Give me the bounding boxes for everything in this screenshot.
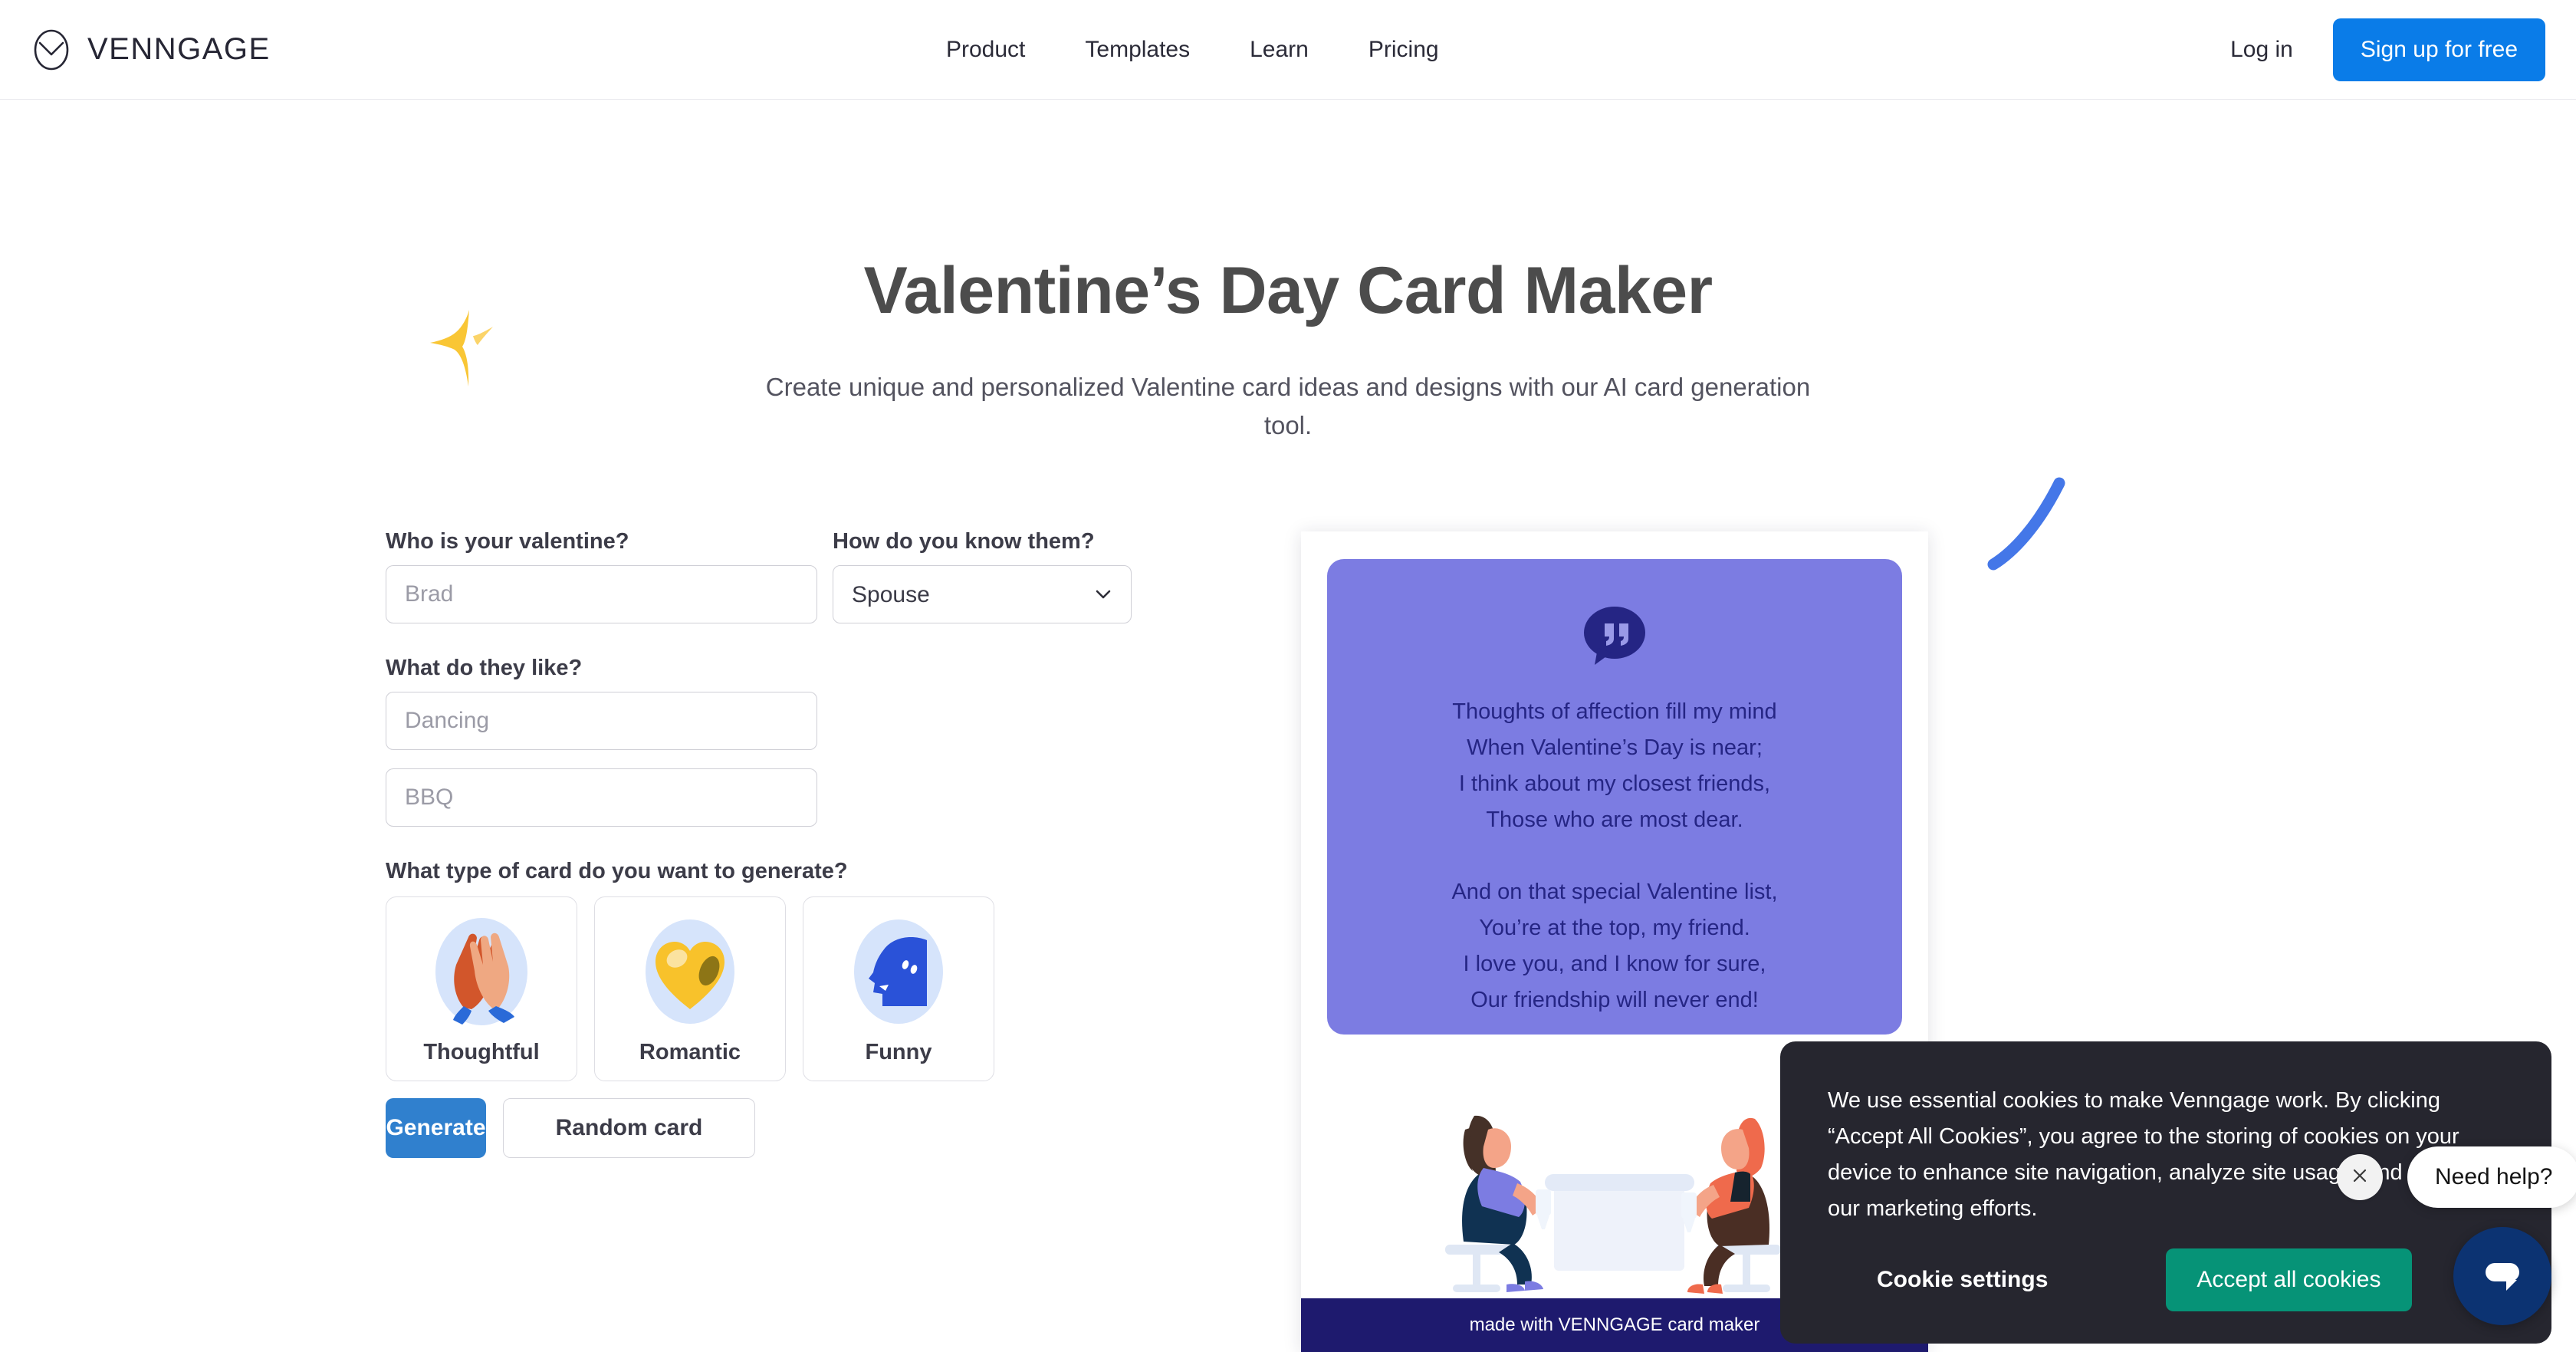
likes-label: What do they like? — [386, 656, 583, 680]
brand-name: VENNGAGE — [87, 32, 271, 66]
login-link[interactable]: Log in — [2230, 37, 2293, 63]
name-and-relation-row: Who is your valentine? How do you know t… — [386, 529, 1191, 623]
brush-stroke-icon — [1984, 466, 2107, 581]
card-type-label: What type of card do you want to generat… — [386, 859, 848, 883]
clapping-hands-icon — [424, 914, 539, 1029]
valentine-field-group: Who is your valentine? — [386, 529, 817, 623]
yellow-heart-icon — [632, 914, 748, 1029]
brand-logo[interactable]: VENNGAGE — [31, 29, 271, 71]
nav-item-templates[interactable]: Templates — [1055, 37, 1220, 63]
need-help-bubble[interactable]: Need help? — [2407, 1146, 2576, 1208]
page-subtitle: Create unique and personalized Valentine… — [765, 373, 1811, 440]
generate-button[interactable]: Generate — [386, 1098, 486, 1158]
relation-label: How do you know them? — [833, 529, 1095, 554]
nav-item-product[interactable]: Product — [916, 37, 1055, 63]
card-generator-form: Who is your valentine? How do you know t… — [386, 529, 1191, 1158]
signup-button[interactable]: Sign up for free — [2332, 18, 2545, 81]
venngage-circle-logo-icon — [31, 29, 72, 71]
main-nav: Product Templates Learn Pricing — [916, 37, 1469, 63]
need-help-label: Need help? — [2435, 1164, 2553, 1189]
like-input-1[interactable] — [386, 692, 817, 750]
form-actions: Generate Random card — [386, 1098, 1191, 1158]
chat-bubble-icon — [2476, 1248, 2529, 1305]
nav-item-pricing[interactable]: Pricing — [1339, 37, 1469, 63]
card-type-funny[interactable]: Funny — [803, 896, 994, 1081]
card-poem-text: Thoughts of affection fill my mind When … — [1451, 699, 1778, 1012]
chat-launcher-button[interactable] — [2453, 1227, 2551, 1325]
relation-select-wrap: Spouse — [833, 565, 1132, 623]
card-type-options: Thoughtful Romantic Funny — [386, 896, 1191, 1081]
quote-bubble-icon — [1579, 602, 1650, 673]
valentine-label: Who is your valentine? — [386, 529, 629, 554]
relation-select[interactable]: Spouse — [833, 565, 1132, 623]
close-x-icon — [2348, 1164, 2371, 1191]
speaking-head-icon — [841, 914, 956, 1029]
card-type-label-thoughtful: Thoughtful — [423, 1040, 540, 1064]
cookie-actions: Cookie settings Accept all cookies — [1828, 1248, 2504, 1311]
close-button[interactable] — [2337, 1154, 2383, 1200]
card-type-romantic[interactable]: Romantic — [594, 896, 786, 1081]
cookie-settings-button[interactable]: Cookie settings — [1877, 1267, 2048, 1293]
nav-item-learn[interactable]: Learn — [1220, 37, 1339, 63]
card-type-label-funny: Funny — [865, 1040, 932, 1064]
relation-field-group: How do you know them? Spouse — [833, 529, 1132, 623]
accept-all-cookies-button[interactable]: Accept all cookies — [2166, 1248, 2412, 1311]
likes-field-group — [386, 692, 817, 827]
valentine-input[interactable] — [386, 565, 817, 623]
card-type-thoughtful[interactable]: Thoughtful — [386, 896, 577, 1081]
card-poem-panel: Thoughts of affection fill my mind When … — [1327, 559, 1902, 1035]
like-input-2[interactable] — [386, 768, 817, 827]
header-actions: Log in Sign up for free — [2230, 18, 2545, 81]
page-title: Valentine’s Day Card Maker — [863, 254, 1713, 327]
random-card-button[interactable]: Random card — [503, 1098, 755, 1158]
cookie-message: We use essential cookies to make Venngag… — [1828, 1088, 2489, 1221]
card-type-label-romantic: Romantic — [639, 1040, 741, 1064]
site-header: VENNGAGE Product Templates Learn Pricing… — [0, 0, 2576, 100]
